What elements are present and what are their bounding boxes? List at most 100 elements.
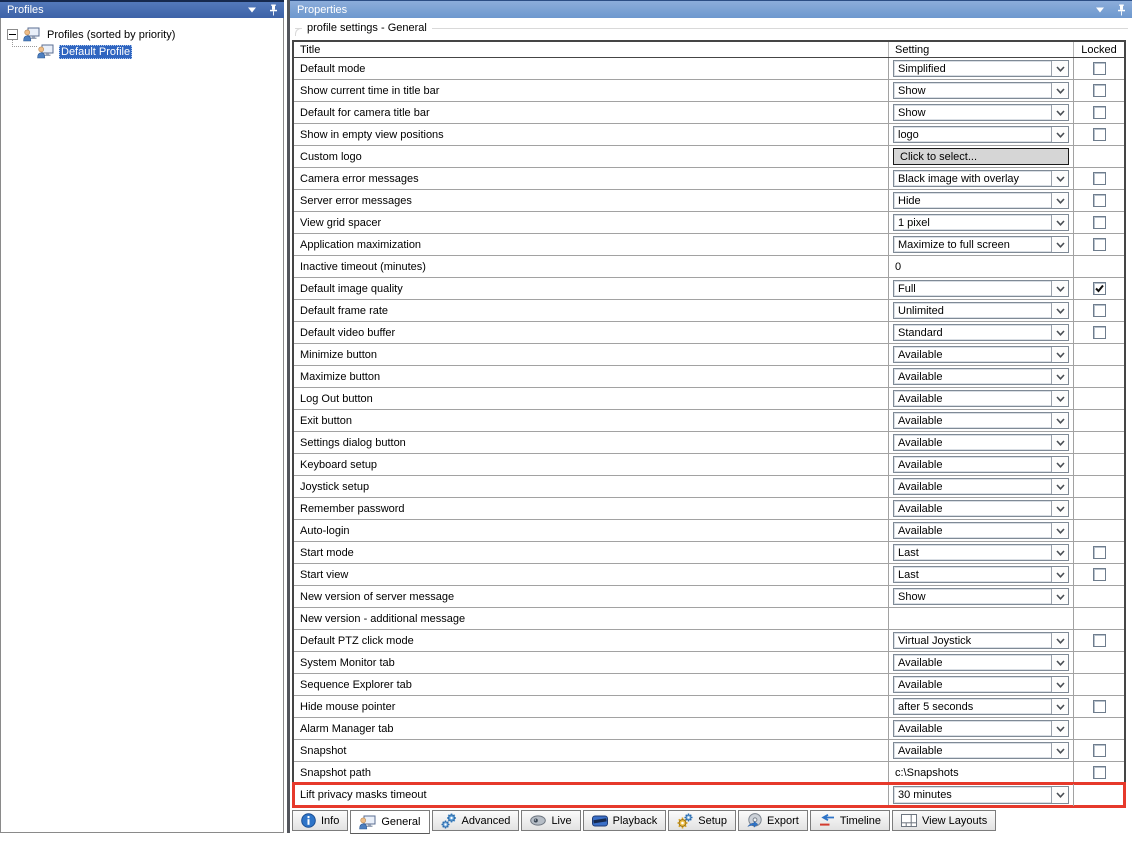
chevron-down-icon[interactable]: [1051, 545, 1068, 560]
setting-dropdown[interactable]: Available: [893, 522, 1069, 539]
chevron-down-icon[interactable]: [1051, 347, 1068, 362]
setting-dropdown[interactable]: Show: [893, 82, 1069, 99]
chevron-down-icon[interactable]: [1051, 743, 1068, 758]
chevron-down-icon[interactable]: [1051, 325, 1068, 340]
locked-checkbox[interactable]: [1092, 216, 1106, 229]
chevron-down-icon[interactable]: [1051, 391, 1068, 406]
locked-checkbox[interactable]: [1092, 62, 1106, 75]
click-to-select-button[interactable]: Click to select...: [893, 148, 1069, 165]
pin-icon[interactable]: [267, 4, 279, 16]
setting-dropdown[interactable]: Available: [893, 654, 1069, 671]
chevron-down-icon[interactable]: [1051, 369, 1068, 384]
locked-checkbox[interactable]: [1092, 634, 1106, 647]
chevron-down-icon[interactable]: [1051, 171, 1068, 186]
locked-checkbox[interactable]: [1092, 128, 1106, 141]
chevron-down-icon[interactable]: [1051, 83, 1068, 98]
chevron-down-icon[interactable]: [1051, 127, 1068, 142]
setting-dropdown[interactable]: Unlimited: [893, 302, 1069, 319]
chevron-down-icon[interactable]: [1051, 435, 1068, 450]
locked-checkbox[interactable]: [1092, 700, 1106, 713]
setting-dropdown[interactable]: logo: [893, 126, 1069, 143]
tab-timeline[interactable]: Timeline: [809, 810, 890, 831]
groupbox-title: profile settings - General: [302, 22, 432, 34]
setting-dropdown[interactable]: Available: [893, 434, 1069, 451]
tree-item-label[interactable]: Profiles (sorted by priority): [45, 28, 177, 42]
locked-checkbox[interactable]: [1092, 304, 1106, 317]
chevron-down-icon[interactable]: [1051, 193, 1068, 208]
locked-checkbox[interactable]: [1092, 172, 1106, 185]
locked-checkbox[interactable]: [1092, 568, 1106, 581]
setting-dropdown[interactable]: Full: [893, 280, 1069, 297]
setting-dropdown[interactable]: Last: [893, 566, 1069, 583]
locked-checkbox[interactable]: [1092, 766, 1106, 779]
chevron-down-icon[interactable]: [1051, 721, 1068, 736]
tab-live[interactable]: Live: [521, 810, 581, 831]
setting-dropdown[interactable]: Available: [893, 500, 1069, 517]
setting-dropdown[interactable]: Available: [893, 346, 1069, 363]
chevron-down-icon[interactable]: [1094, 4, 1106, 16]
setting-dropdown[interactable]: Last: [893, 544, 1069, 561]
setting-dropdown[interactable]: Black image with overlay: [893, 170, 1069, 187]
chevron-down-icon[interactable]: [1051, 237, 1068, 252]
setting-dropdown[interactable]: after 5 seconds: [893, 698, 1069, 715]
chevron-down-icon[interactable]: [1051, 633, 1068, 648]
tab-advanced[interactable]: Advanced: [431, 810, 520, 831]
chevron-down-icon[interactable]: [1051, 567, 1068, 582]
chevron-down-icon[interactable]: [1051, 479, 1068, 494]
setting-dropdown[interactable]: Simplified: [893, 60, 1069, 77]
setting-dropdown[interactable]: Available: [893, 456, 1069, 473]
chevron-down-icon[interactable]: [246, 4, 258, 16]
chevron-down-icon[interactable]: [1051, 281, 1068, 296]
tab-general[interactable]: General: [350, 810, 430, 834]
setting-dropdown[interactable]: Virtual Joystick: [893, 632, 1069, 649]
dropdown-value: after 5 seconds: [898, 700, 974, 713]
collapse-expander-icon[interactable]: [7, 29, 18, 40]
locked-checkbox[interactable]: [1092, 84, 1106, 97]
tree-item-label-selected[interactable]: Default Profile: [59, 44, 133, 59]
setting-dropdown[interactable]: Maximize to full screen: [893, 236, 1069, 253]
setting-dropdown[interactable]: Standard: [893, 324, 1069, 341]
tab-export[interactable]: Export: [738, 810, 808, 831]
setting-dropdown[interactable]: Available: [893, 368, 1069, 385]
locked-cell: [1074, 630, 1124, 651]
tab-view-layouts[interactable]: View Layouts: [891, 810, 997, 831]
chevron-down-icon[interactable]: [1051, 677, 1068, 692]
properties-tab-strip: Info General Advanced Live Playback Setu…: [292, 810, 998, 834]
setting-dropdown[interactable]: Available: [893, 390, 1069, 407]
setting-dropdown[interactable]: Available: [893, 720, 1069, 737]
setting-dropdown[interactable]: Show: [893, 588, 1069, 605]
tree-item-default-profile[interactable]: Default Profile: [37, 43, 133, 60]
chevron-down-icon[interactable]: [1051, 501, 1068, 516]
setting-dropdown[interactable]: Available: [893, 676, 1069, 693]
chevron-down-icon[interactable]: [1051, 61, 1068, 76]
setting-dropdown[interactable]: 1 pixel: [893, 214, 1069, 231]
locked-checkbox[interactable]: [1092, 282, 1106, 295]
tab-setup[interactable]: Setup: [668, 810, 737, 831]
tab-playback[interactable]: Playback: [582, 810, 667, 831]
locked-checkbox[interactable]: [1092, 238, 1106, 251]
setting-dropdown[interactable]: Show: [893, 104, 1069, 121]
locked-checkbox[interactable]: [1092, 326, 1106, 339]
tab-info[interactable]: Info: [292, 810, 349, 831]
setting-dropdown[interactable]: Available: [893, 742, 1069, 759]
chevron-down-icon[interactable]: [1051, 787, 1068, 803]
chevron-down-icon[interactable]: [1051, 457, 1068, 472]
locked-checkbox[interactable]: [1092, 194, 1106, 207]
chevron-down-icon[interactable]: [1051, 105, 1068, 120]
chevron-down-icon[interactable]: [1051, 215, 1068, 230]
setting-dropdown[interactable]: Available: [893, 478, 1069, 495]
chevron-down-icon[interactable]: [1051, 699, 1068, 714]
chevron-down-icon[interactable]: [1051, 303, 1068, 318]
locked-checkbox[interactable]: [1092, 546, 1106, 559]
locked-checkbox[interactable]: [1092, 106, 1106, 119]
locked-checkbox[interactable]: [1092, 744, 1106, 757]
pin-icon[interactable]: [1115, 4, 1127, 16]
setting-dropdown[interactable]: 30 minutes: [893, 786, 1069, 804]
chevron-down-icon[interactable]: [1051, 589, 1068, 604]
setting-dropdown[interactable]: Hide: [893, 192, 1069, 209]
chevron-down-icon[interactable]: [1051, 655, 1068, 670]
tree-item-profiles-root[interactable]: Profiles (sorted by priority): [7, 26, 177, 43]
setting-dropdown[interactable]: Available: [893, 412, 1069, 429]
chevron-down-icon[interactable]: [1051, 523, 1068, 538]
chevron-down-icon[interactable]: [1051, 413, 1068, 428]
